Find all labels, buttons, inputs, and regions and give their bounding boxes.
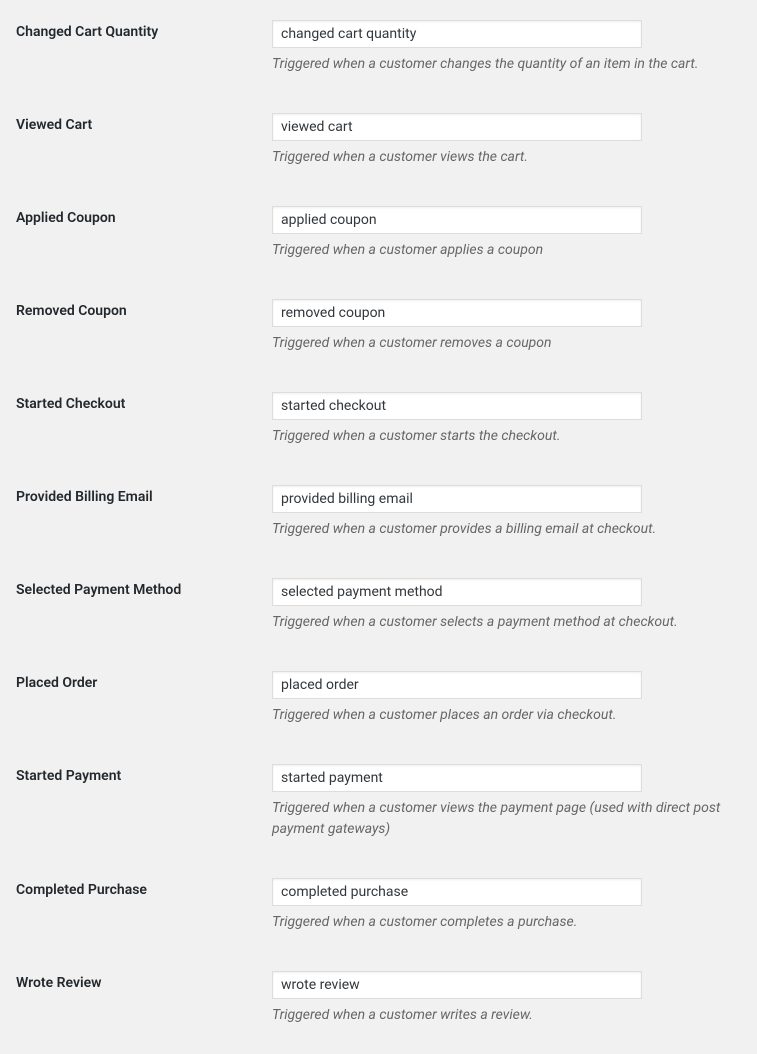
field-label: Provided Billing Email <box>12 485 272 505</box>
field-row-started-checkout: Started Checkout Triggered when a custom… <box>12 382 745 475</box>
field-label: Viewed Cart <box>12 113 272 133</box>
field-control: Triggered when a customer changes the qu… <box>272 20 745 75</box>
field-control: Triggered when a customer completes a pu… <box>272 878 745 933</box>
field-row-selected-payment-method: Selected Payment Method Triggered when a… <box>12 568 745 661</box>
viewed-cart-input[interactable] <box>272 113 642 141</box>
changed-cart-quantity-input[interactable] <box>272 20 642 48</box>
field-description: Triggered when a customer selects a paym… <box>272 612 742 633</box>
field-control: Triggered when a customer views the paym… <box>272 764 745 840</box>
field-row-completed-purchase: Completed Purchase Triggered when a cust… <box>12 868 745 961</box>
field-description: Triggered when a customer starts the che… <box>272 426 742 447</box>
field-row-started-payment: Started Payment Triggered when a custome… <box>12 754 745 868</box>
removed-coupon-input[interactable] <box>272 299 642 327</box>
field-label: Wrote Review <box>12 971 272 991</box>
field-description: Triggered when a customer removes a coup… <box>272 333 742 354</box>
field-control: Triggered when a customer views the cart… <box>272 113 745 168</box>
field-description: Triggered when a customer completes a pu… <box>272 912 742 933</box>
field-description: Triggered when a customer views the paym… <box>272 798 742 840</box>
field-control: Triggered when a customer writes a revie… <box>272 971 745 1026</box>
field-label: Applied Coupon <box>12 206 272 226</box>
field-control: Triggered when a customer starts the che… <box>272 392 745 447</box>
completed-purchase-input[interactable] <box>272 878 642 906</box>
field-description: Triggered when a customer views the cart… <box>272 147 742 168</box>
settings-form: Changed Cart Quantity Triggered when a c… <box>12 10 745 1034</box>
field-row-provided-billing-email: Provided Billing Email Triggered when a … <box>12 475 745 568</box>
field-row-placed-order: Placed Order Triggered when a customer p… <box>12 661 745 754</box>
field-description: Triggered when a customer applies a coup… <box>272 240 742 261</box>
field-control: Triggered when a customer applies a coup… <box>272 206 745 261</box>
field-label: Selected Payment Method <box>12 578 272 598</box>
field-description: Triggered when a customer writes a revie… <box>272 1005 742 1026</box>
started-payment-input[interactable] <box>272 764 642 792</box>
provided-billing-email-input[interactable] <box>272 485 642 513</box>
field-description: Triggered when a customer places an orde… <box>272 705 742 726</box>
field-label: Started Checkout <box>12 392 272 412</box>
field-row-applied-coupon: Applied Coupon Triggered when a customer… <box>12 196 745 289</box>
field-label: Completed Purchase <box>12 878 272 898</box>
field-label: Removed Coupon <box>12 299 272 319</box>
placed-order-input[interactable] <box>272 671 642 699</box>
selected-payment-method-input[interactable] <box>272 578 642 606</box>
field-label: Placed Order <box>12 671 272 691</box>
field-row-viewed-cart: Viewed Cart Triggered when a customer vi… <box>12 103 745 196</box>
applied-coupon-input[interactable] <box>272 206 642 234</box>
started-checkout-input[interactable] <box>272 392 642 420</box>
field-label: Changed Cart Quantity <box>12 20 272 40</box>
field-control: Triggered when a customer provides a bil… <box>272 485 745 540</box>
field-row-removed-coupon: Removed Coupon Triggered when a customer… <box>12 289 745 382</box>
field-label: Started Payment <box>12 764 272 784</box>
field-control: Triggered when a customer removes a coup… <box>272 299 745 354</box>
field-description: Triggered when a customer changes the qu… <box>272 54 742 75</box>
field-description: Triggered when a customer provides a bil… <box>272 519 742 540</box>
field-row-wrote-review: Wrote Review Triggered when a customer w… <box>12 961 745 1034</box>
field-row-changed-cart-quantity: Changed Cart Quantity Triggered when a c… <box>12 10 745 103</box>
wrote-review-input[interactable] <box>272 971 642 999</box>
field-control: Triggered when a customer places an orde… <box>272 671 745 726</box>
field-control: Triggered when a customer selects a paym… <box>272 578 745 633</box>
